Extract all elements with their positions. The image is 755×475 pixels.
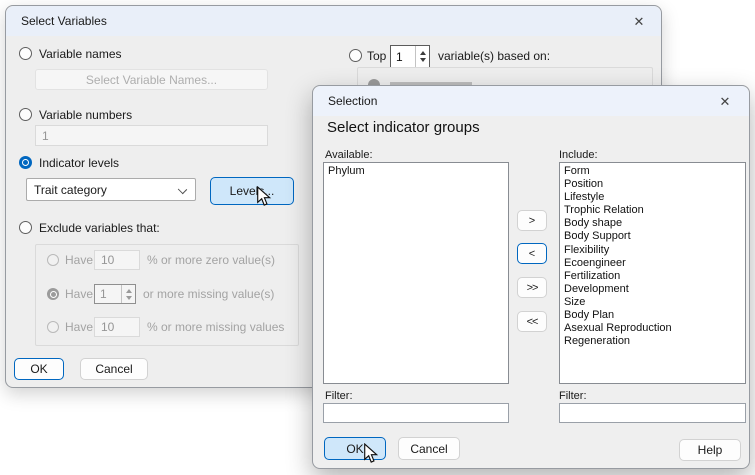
list-item[interactable]: Body shape — [564, 217, 745, 230]
include-label: Include: — [559, 148, 598, 162]
list-item[interactable]: Form — [564, 165, 745, 178]
selection-dialog: Selection ✕ Select indicator groups Avai… — [312, 85, 750, 469]
zero-values-have-label: Have — [65, 253, 93, 267]
selection-heading: Select indicator groups — [327, 119, 480, 136]
exclude-variables-radio[interactable] — [19, 221, 32, 234]
top-count-spinner[interactable]: 1 — [390, 45, 430, 68]
mouse-cursor-levels — [256, 186, 272, 208]
ok-button[interactable]: OK — [14, 358, 64, 380]
select-variables-title: Select Variables — [21, 14, 107, 28]
list-item[interactable]: Trophic Relation — [564, 204, 745, 217]
include-filter-input[interactable] — [559, 403, 746, 423]
mouse-cursor-ok — [363, 443, 379, 465]
cancel-button[interactable]: Cancel — [80, 358, 148, 380]
zero-values-suffix-label: % or more zero value(s) — [147, 253, 275, 267]
available-label: Available: — [325, 148, 373, 162]
indicator-levels-label: Indicator levels — [39, 156, 119, 170]
zero-values-radio — [47, 254, 59, 266]
missing-count-suffix-label: or more missing value(s) — [143, 287, 274, 301]
available-filter-label: Filter: — [325, 389, 353, 403]
list-item[interactable]: Fertilization — [564, 270, 745, 283]
move-all-left-button[interactable]: << — [517, 311, 547, 332]
missing-count-have-label: Have — [65, 287, 93, 301]
exclude-variables-label: Exclude variables that: — [39, 221, 160, 235]
move-right-button[interactable]: > — [517, 210, 547, 231]
move-left-button[interactable]: < — [517, 243, 547, 264]
list-item[interactable]: Regeneration — [564, 335, 745, 348]
spinner-value: 1 — [391, 46, 415, 67]
list-item[interactable]: Ecoengineer — [564, 257, 745, 270]
dropdown-selected-value: Trait category — [34, 183, 107, 197]
variable-numbers-radio[interactable] — [19, 108, 32, 121]
available-listbox[interactable]: Phylum — [323, 162, 509, 384]
selection-titlebar — [313, 86, 749, 116]
top-variables-label: Top — [367, 49, 386, 63]
missing-percent-radio — [47, 321, 59, 333]
list-item[interactable]: Body Support — [564, 230, 745, 243]
missing-percent-suffix-label: % or more missing values — [147, 320, 284, 334]
include-listbox[interactable]: FormPositionLifestyleTrophic RelationBod… — [559, 162, 746, 384]
select-variable-names-button: Select Variable Names... — [35, 69, 268, 90]
variable-names-radio[interactable] — [19, 47, 32, 60]
indicator-levels-radio[interactable] — [19, 156, 32, 169]
list-item[interactable]: Phylum — [328, 165, 508, 178]
missing-count-spinner: 1 — [94, 284, 136, 304]
list-item[interactable]: Development — [564, 283, 745, 296]
list-item[interactable]: Size — [564, 296, 745, 309]
selection-title: Selection — [328, 94, 377, 108]
cancel-button[interactable]: Cancel — [398, 437, 460, 460]
zero-values-input: 10 — [94, 250, 140, 270]
radio-inner-ring — [22, 159, 29, 166]
chevron-down-icon — [178, 185, 187, 194]
close-icon[interactable]: ✕ — [630, 13, 648, 31]
variable-numbers-input[interactable]: 1 — [35, 125, 268, 146]
missing-count-radio — [47, 288, 59, 300]
missing-percent-input: 10 — [94, 317, 140, 337]
indicator-category-dropdown[interactable]: Trait category — [26, 178, 196, 201]
based-on-group-clipped — [357, 67, 653, 86]
top-variables-radio[interactable] — [349, 49, 362, 62]
missing-percent-have-label: Have — [65, 320, 93, 334]
spinner-arrows-icon[interactable] — [415, 46, 429, 67]
move-all-right-button[interactable]: >> — [517, 277, 547, 298]
list-item[interactable]: Asexual Reproduction — [564, 322, 745, 335]
available-filter-input[interactable] — [323, 403, 509, 423]
include-filter-label: Filter: — [559, 389, 587, 403]
top-variables-suffix-label: variable(s) based on: — [438, 49, 550, 63]
list-item[interactable]: Position — [564, 178, 745, 191]
help-button[interactable]: Help — [679, 439, 741, 461]
spinner-value: 1 — [95, 285, 121, 303]
list-item[interactable]: Flexibility — [564, 244, 745, 257]
list-item[interactable]: Lifestyle — [564, 191, 745, 204]
list-item[interactable]: Body Plan — [564, 309, 745, 322]
variable-numbers-label: Variable numbers — [39, 108, 132, 122]
close-icon[interactable]: ✕ — [716, 93, 734, 111]
variable-names-label: Variable names — [39, 47, 122, 61]
spinner-arrows-icon — [121, 285, 135, 303]
levels-button[interactable]: Levels... — [210, 177, 294, 205]
